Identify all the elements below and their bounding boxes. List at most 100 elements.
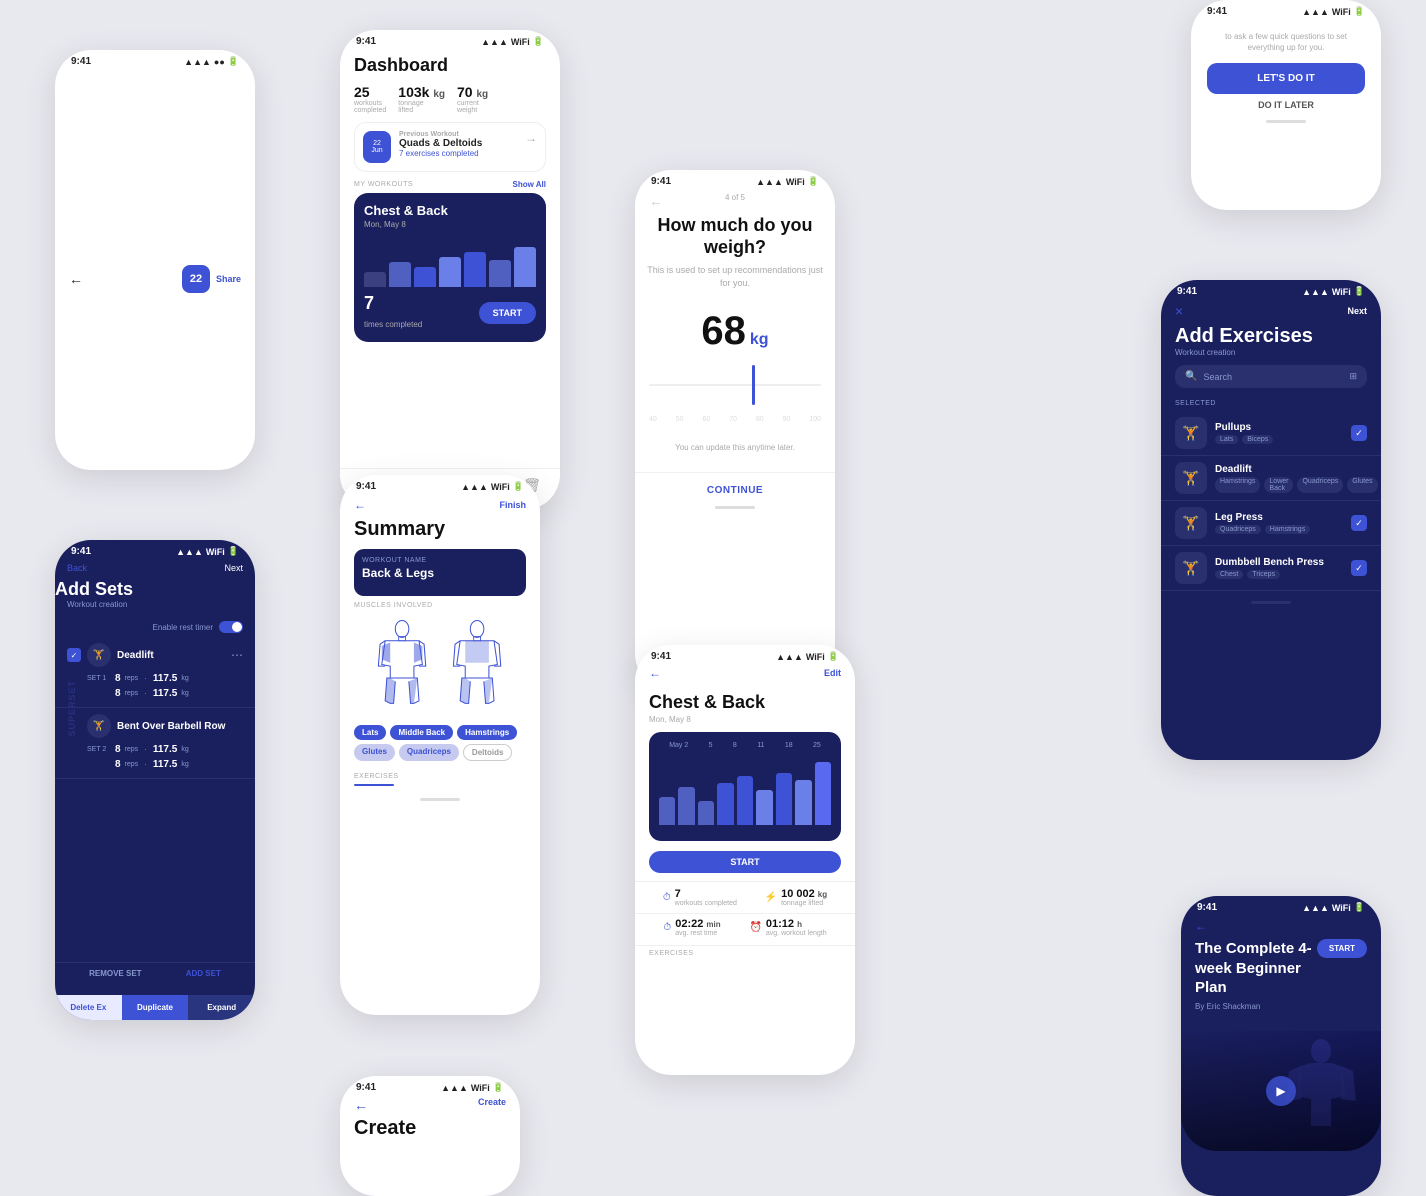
mi-label-5: MUSCLES INVOLVED <box>354 602 526 609</box>
add-set-btn[interactable]: ADD SET <box>186 969 221 978</box>
bar6-6 <box>756 790 772 825</box>
exercise-item-leg-press[interactable]: 🏋 Leg Press Quadriceps Hamstrings ✓ <box>1161 501 1381 546</box>
back-btn-9[interactable]: ← <box>1195 919 1207 933</box>
tag-hamstrings-5[interactable]: Hamstrings <box>457 725 517 740</box>
leg-press-check[interactable]: ✓ <box>1351 515 1367 531</box>
phone9-nav: ← <box>1181 913 1381 939</box>
set-reps-1-1: 8 <box>115 673 121 684</box>
delete-ex-btn[interactable]: Delete Ex <box>55 995 122 1020</box>
remove-set-btn[interactable]: REMOVE SET <box>89 969 141 978</box>
weight-slider-area: 40 50 60 70 80 90 100 <box>635 384 835 423</box>
status-bar-9: 9:41 ▲▲▲WiFi🔋 <box>1181 896 1381 913</box>
add-sets-header: Back Next <box>55 557 255 579</box>
workout-name-5: Back & Legs <box>362 566 518 580</box>
time-2: 9:41 <box>356 36 376 47</box>
rest-timer-toggle[interactable] <box>219 621 243 633</box>
back-arrow-1[interactable]: ← <box>69 271 83 287</box>
close-btn-7[interactable]: × <box>1175 303 1183 319</box>
length-label-6: avg. workout length <box>766 930 827 937</box>
workout-card-2[interactable]: Chest & Back Mon, May 8 7 times complete… <box>354 193 546 342</box>
set-reps-2-1: 8 <box>115 744 121 755</box>
workout-name-label-5: Workout name <box>362 557 518 564</box>
filter-icon-7[interactable]: ⊞ <box>1349 371 1357 382</box>
edit-btn-6[interactable]: Edit <box>824 668 841 678</box>
tag-glutes[interactable]: Glutes <box>354 744 395 761</box>
prev-name: Quads & Deltoids <box>399 138 517 149</box>
next-btn-4[interactable]: Next <box>224 563 243 573</box>
back-btn-6[interactable]: ← <box>649 666 661 680</box>
next-btn-7[interactable]: Next <box>1347 306 1367 316</box>
search-bar-7[interactable]: 🔍 Search ⊞ <box>1175 365 1367 388</box>
tag-quads-5[interactable]: Quadriceps <box>399 744 459 761</box>
tag-lats[interactable]: Lats <box>354 725 386 740</box>
lets-do-it-button[interactable]: LET'S DO IT <box>1207 63 1365 94</box>
back-btn-3[interactable]: ← <box>649 193 663 209</box>
dumbbell-info: Dumbbell Bench Press Chest Triceps <box>1215 557 1343 579</box>
rest-label-6: avg. rest time <box>675 930 720 937</box>
time-3: 9:41 <box>651 176 671 187</box>
exercise-item-dumbbell[interactable]: 🏋 Dumbbell Bench Press Chest Triceps ✓ <box>1161 546 1381 591</box>
search-icon-7: 🔍 <box>1185 371 1197 382</box>
expand-btn[interactable]: Expand <box>188 995 255 1020</box>
set-reps-2-2: 8 <box>115 759 121 770</box>
exercise-header-deadlift: ✓ 🏋 Deadlift ⋯ <box>67 643 243 667</box>
tag-middle-back[interactable]: Middle Back <box>390 725 453 740</box>
set-row-1-1: SET 1 8 reps · 117.5 kg <box>67 671 243 686</box>
date-badge-1: 22 <box>182 265 210 293</box>
forward-arrow-2: → <box>525 131 537 145</box>
set-reps-unit-1-2: reps <box>125 690 139 697</box>
set-weight-2-1: 117.5 <box>153 744 177 755</box>
add-ex-nav: × Next <box>1161 297 1381 325</box>
slider-thumb[interactable] <box>752 365 755 405</box>
exercise-item-deadlift[interactable]: 🏋 Deadlift Hamstrings Lower Back Quadric… <box>1161 456 1381 501</box>
body-figures-5 <box>354 617 526 717</box>
plan-start-btn[interactable]: START <box>1317 939 1367 958</box>
chart-label-0: May 2 <box>669 742 688 749</box>
dashboard-stats: 25 workoutscompleted 103k kg tonnagelift… <box>340 84 560 122</box>
exercise-check-1[interactable]: ✓ <box>67 648 81 662</box>
exercise-name-deadlift: Deadlift <box>117 650 225 661</box>
phone-weight: 9:41 ▲▲▲WiFi🔋 ← 4 of 5 How much do you w… <box>635 170 835 690</box>
exercise-item-pullups[interactable]: 🏋 Pullups Lats Biceps ✓ <box>1161 411 1381 456</box>
exercise-menu-deadlift[interactable]: ⋯ <box>231 648 243 662</box>
bar6-4 <box>717 783 733 825</box>
dumbbell-check[interactable]: ✓ <box>1351 560 1367 576</box>
start-button-2[interactable]: START <box>479 302 536 324</box>
prev-workout-card[interactable]: 22 Jun Previous Workout Quads & Deltoids… <box>354 122 546 172</box>
prev-date-box: 22 Jun <box>363 131 391 163</box>
phone6-date: Mon, May 8 <box>649 715 841 724</box>
back-btn-4[interactable]: Back <box>67 563 87 573</box>
bar-chart-2 <box>364 237 536 287</box>
phone6-chart-area: May 2 5 8 11 18 25 <box>649 732 841 841</box>
continue-button[interactable]: CONTINUE <box>707 485 763 496</box>
pullups-check[interactable]: ✓ <box>1351 425 1367 441</box>
stat-length-6: ⏰ 01:12 h avg. workout length <box>749 918 826 937</box>
set-row-1-2: 8 reps · 117.5 kg <box>67 686 243 701</box>
deadlift-info: Deadlift Hamstrings Lower Back Quadricep… <box>1215 464 1378 493</box>
my-workouts-header: MY WORKOUTS Show All <box>340 180 560 193</box>
do-later-button[interactable]: DO IT LATER <box>1191 100 1381 110</box>
leg-press-info: Leg Press Quadriceps Hamstrings <box>1215 512 1343 534</box>
status-icons-8: ▲▲▲WiFi🔋 <box>1302 6 1365 17</box>
back-btn-5[interactable]: ← <box>354 498 366 512</box>
back-btn-10[interactable]: ← <box>354 1097 368 1113</box>
stat-rest-6: ⏱ 02:22 min avg. rest time <box>663 918 720 937</box>
dashboard-title: Dashboard <box>354 55 546 76</box>
search-input-7[interactable]: Search <box>1203 372 1343 382</box>
share-link[interactable]: Share <box>216 274 241 284</box>
bar6-2 <box>678 787 694 826</box>
bar6-7 <box>776 773 792 826</box>
deadlift-muscles: Hamstrings Lower Back Quadriceps Glutes <box>1215 477 1378 493</box>
bar-6 <box>489 260 511 288</box>
create-label-10[interactable]: Create <box>478 1097 506 1113</box>
show-all-button[interactable]: Show All <box>513 180 546 189</box>
deadlift-muscle-0: Hamstrings <box>1215 477 1260 493</box>
start-btn-6[interactable]: START <box>649 851 841 873</box>
duplicate-btn[interactable]: Duplicate <box>122 995 189 1020</box>
chart-label-1: 5 <box>709 742 713 749</box>
time-4: 9:41 <box>71 546 91 557</box>
home-indicator-8 <box>1266 120 1306 123</box>
tag-deltoids[interactable]: Deltoids <box>463 744 513 761</box>
play-button-9[interactable]: ▶ <box>1266 1076 1296 1106</box>
finish-btn-5[interactable]: Finish <box>500 500 527 510</box>
